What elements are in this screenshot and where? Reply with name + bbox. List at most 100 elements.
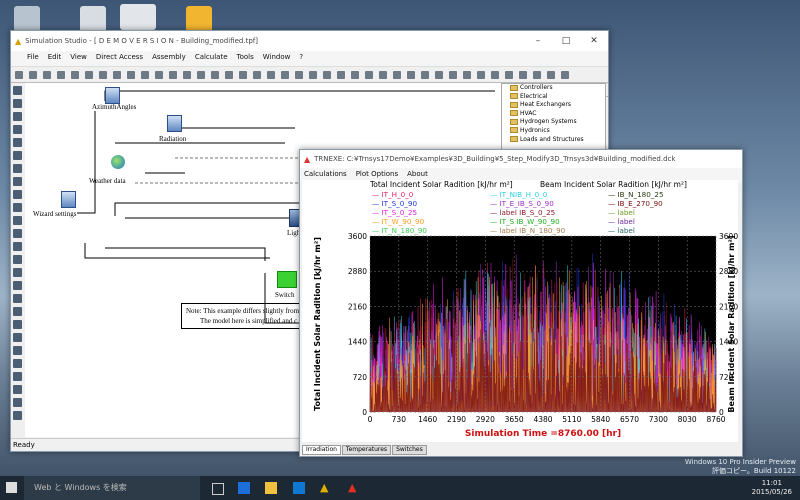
palette-tool-icon[interactable] xyxy=(13,216,22,225)
palette-tool-icon[interactable] xyxy=(13,307,22,316)
plot-tab[interactable]: Temperatures xyxy=(341,445,392,455)
studio-menu-item[interactable]: Tools xyxy=(237,53,254,64)
toolbar-button-icon[interactable] xyxy=(127,70,135,79)
plot-tab[interactable]: Irradiation xyxy=(302,445,341,455)
palette-tool-icon[interactable] xyxy=(13,255,22,264)
toolbar-button-icon[interactable] xyxy=(267,70,275,79)
palette-tool-icon[interactable] xyxy=(13,99,22,108)
toolbar-button-icon[interactable] xyxy=(547,70,555,79)
trnexe-taskbar-icon[interactable]: ▲ xyxy=(348,481,356,494)
studio-menu-item[interactable]: Window xyxy=(263,53,291,64)
toolbar-button-icon[interactable] xyxy=(169,70,177,79)
palette-tool-icon[interactable] xyxy=(13,242,22,251)
switch-component-icon[interactable] xyxy=(277,271,297,288)
toolbar-button-icon[interactable] xyxy=(491,70,499,79)
toolbar-button-icon[interactable] xyxy=(561,70,569,79)
desktop-shortcut-icon[interactable] xyxy=(186,6,212,32)
plot-tab[interactable]: Switches xyxy=(392,445,427,455)
toolbar-button-icon[interactable] xyxy=(449,70,457,79)
tree-item[interactable]: Hydronics xyxy=(502,127,605,136)
toolbar-button-icon[interactable] xyxy=(421,70,429,79)
studio-menu-item[interactable]: Calculate xyxy=(195,53,228,64)
toolbar-button-icon[interactable] xyxy=(533,70,541,79)
maximize-icon[interactable]: □ xyxy=(552,36,580,46)
wizard-component-icon[interactable] xyxy=(61,191,76,208)
palette-tool-icon[interactable] xyxy=(13,411,22,420)
palette-tool-icon[interactable] xyxy=(13,164,22,173)
studio-menu-item[interactable]: File xyxy=(27,53,39,64)
store-icon[interactable] xyxy=(293,482,305,494)
toolbar-button-icon[interactable] xyxy=(253,70,261,79)
toolbar-button-icon[interactable] xyxy=(365,70,373,79)
close-icon[interactable]: ✕ xyxy=(580,36,608,46)
toolbar-button-icon[interactable] xyxy=(197,70,205,79)
toolbar-button-icon[interactable] xyxy=(309,70,317,79)
file-explorer-icon[interactable] xyxy=(265,482,277,494)
minimize-icon[interactable]: – xyxy=(524,36,552,46)
palette-tool-icon[interactable] xyxy=(13,398,22,407)
toolbar-button-icon[interactable] xyxy=(57,70,65,79)
trnsys-taskbar-icon[interactable]: ▲ xyxy=(320,481,328,494)
palette-tool-icon[interactable] xyxy=(13,86,22,95)
palette-tool-icon[interactable] xyxy=(13,177,22,186)
desktop-file-icon[interactable] xyxy=(80,6,106,32)
toolbar-button-icon[interactable] xyxy=(43,70,51,79)
toolbar-button-icon[interactable] xyxy=(505,70,513,79)
azimuth-component-icon[interactable] xyxy=(105,87,120,104)
toolbar-button-icon[interactable] xyxy=(463,70,471,79)
palette-tool-icon[interactable] xyxy=(13,281,22,290)
toolbar-button-icon[interactable] xyxy=(393,70,401,79)
tree-item[interactable]: Heat Exchangers xyxy=(502,101,605,110)
taskbar-search-box[interactable]: Web と Windows を検索 xyxy=(24,476,200,500)
task-view-icon[interactable] xyxy=(212,483,224,495)
start-windows-icon[interactable] xyxy=(6,482,17,493)
studio-menu-item[interactable]: Direct Access xyxy=(96,53,143,64)
palette-tool-icon[interactable] xyxy=(13,190,22,199)
toolbar-button-icon[interactable] xyxy=(519,70,527,79)
toolbar-button-icon[interactable] xyxy=(113,70,121,79)
toolbar-button-icon[interactable] xyxy=(211,70,219,79)
palette-tool-icon[interactable] xyxy=(13,112,22,121)
recycle-bin-icon[interactable] xyxy=(14,6,40,32)
toolbar-button-icon[interactable] xyxy=(15,70,23,79)
toolbar-button-icon[interactable] xyxy=(155,70,163,79)
palette-tool-icon[interactable] xyxy=(13,138,22,147)
weather-component-icon[interactable] xyxy=(111,155,125,169)
toolbar-button-icon[interactable] xyxy=(351,70,359,79)
toolbar-button-icon[interactable] xyxy=(323,70,331,79)
toolbar-button-icon[interactable] xyxy=(239,70,247,79)
toolbar-button-icon[interactable] xyxy=(295,70,303,79)
studio-menu-item[interactable]: ? xyxy=(299,53,303,64)
palette-tool-icon[interactable] xyxy=(13,294,22,303)
palette-tool-icon[interactable] xyxy=(13,268,22,277)
toolbar-button-icon[interactable] xyxy=(225,70,233,79)
toolbar-button-icon[interactable] xyxy=(85,70,93,79)
toolbar-button-icon[interactable] xyxy=(141,70,149,79)
tree-item[interactable]: Electrical xyxy=(502,93,605,102)
tree-item[interactable]: HVAC xyxy=(502,110,605,119)
toolbar-button-icon[interactable] xyxy=(337,70,345,79)
toolbar-button-icon[interactable] xyxy=(407,70,415,79)
radiation-component-icon[interactable] xyxy=(167,115,182,132)
palette-tool-icon[interactable] xyxy=(13,320,22,329)
toolbar-button-icon[interactable] xyxy=(183,70,191,79)
desktop-window-icon[interactable] xyxy=(120,4,156,30)
toolbar-button-icon[interactable] xyxy=(29,70,37,79)
toolbar-button-icon[interactable] xyxy=(99,70,107,79)
tree-item[interactable]: Controllers xyxy=(502,84,605,93)
palette-tool-icon[interactable] xyxy=(13,203,22,212)
palette-tool-icon[interactable] xyxy=(13,125,22,134)
palette-tool-icon[interactable] xyxy=(13,229,22,238)
edge-browser-icon[interactable] xyxy=(238,482,250,494)
tree-item[interactable]: Hydrogen Systems xyxy=(502,118,605,127)
studio-menu-item[interactable]: View xyxy=(70,53,87,64)
toolbar-button-icon[interactable] xyxy=(435,70,443,79)
toolbar-button-icon[interactable] xyxy=(379,70,387,79)
palette-tool-icon[interactable] xyxy=(13,372,22,381)
toolbar-button-icon[interactable] xyxy=(71,70,79,79)
toolbar-button-icon[interactable] xyxy=(477,70,485,79)
tree-item[interactable]: Loads and Structures xyxy=(502,136,605,145)
clock[interactable]: 11:01 2015/05/26 xyxy=(752,479,792,497)
palette-tool-icon[interactable] xyxy=(13,151,22,160)
palette-tool-icon[interactable] xyxy=(13,333,22,342)
